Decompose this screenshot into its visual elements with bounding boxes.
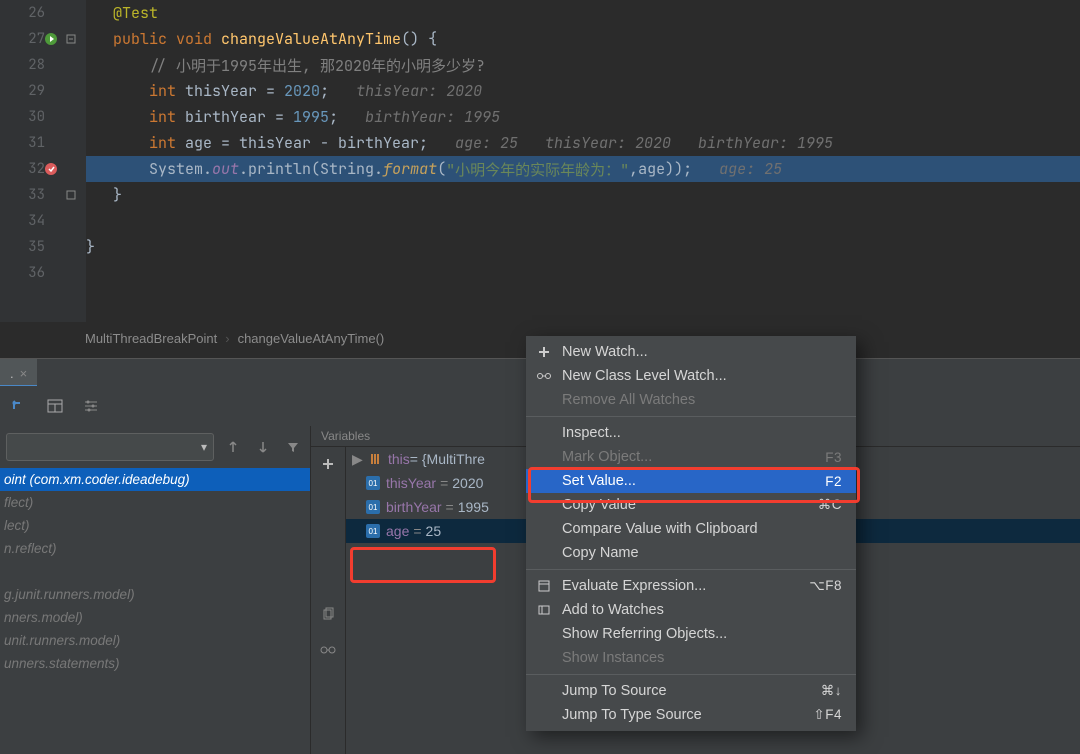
line-number[interactable]: 30 bbox=[0, 104, 85, 130]
code-editor[interactable]: 26 27 28 29 30 31 32 33 34 35 36 @Test bbox=[0, 0, 1080, 322]
primitive-icon: 01 bbox=[366, 476, 380, 490]
stack-frame[interactable]: g.junit.runners.model) bbox=[0, 583, 310, 606]
menu-instances: Show Instances bbox=[526, 646, 856, 670]
stack-frame[interactable]: lect) bbox=[0, 514, 310, 537]
menu-separator bbox=[526, 416, 856, 417]
menu-class-watch[interactable]: New Class Level Watch... bbox=[526, 364, 856, 388]
line-number[interactable]: 26 bbox=[0, 0, 85, 26]
line-number[interactable]: 36 bbox=[0, 260, 85, 286]
code-content[interactable]: @Test public void changeValueAtAnyTime()… bbox=[86, 0, 1080, 322]
stack-frame[interactable]: oint (com.xm.coder.ideadebug) bbox=[0, 468, 310, 491]
stack-frame[interactable]: nners.model) bbox=[0, 606, 310, 629]
stack-frame[interactable]: unners.statements) bbox=[0, 652, 310, 675]
collapse-end-icon[interactable] bbox=[63, 187, 79, 203]
line-number[interactable]: 31 bbox=[0, 130, 85, 156]
menu-referring[interactable]: Show Referring Objects... bbox=[526, 622, 856, 646]
menu-add-watches[interactable]: Add to Watches bbox=[526, 598, 856, 622]
context-menu[interactable]: New Watch... New Class Level Watch... Re… bbox=[526, 336, 856, 731]
plus-icon bbox=[536, 344, 552, 360]
line-number[interactable]: 32 bbox=[0, 156, 85, 182]
chevron-down-icon: ▾ bbox=[201, 440, 207, 454]
restart-frame-icon[interactable] bbox=[8, 395, 30, 417]
glasses-icon bbox=[536, 368, 552, 384]
line-number[interactable]: 27 bbox=[0, 26, 85, 52]
stack-frame[interactable] bbox=[0, 560, 310, 583]
menu-separator bbox=[526, 569, 856, 570]
inline-hint: thisYear: 2020 bbox=[329, 81, 482, 101]
menu-jump-type[interactable]: Jump To Type Source⇧F4 bbox=[526, 703, 856, 727]
watches-icon bbox=[536, 602, 552, 618]
method-name: changeValueAtAnyTime bbox=[221, 29, 401, 49]
debug-tab[interactable]: . × bbox=[0, 359, 37, 387]
menu-new-watch[interactable]: New Watch... bbox=[526, 340, 856, 364]
inline-hint: age: 25 thisYear: 2020 birthYear: 1995 bbox=[428, 133, 833, 153]
menu-jump-source[interactable]: Jump To Source⌘↓ bbox=[526, 679, 856, 703]
next-frame-icon[interactable] bbox=[252, 436, 274, 458]
breadcrumb-method[interactable]: changeValueAtAnyTime() bbox=[238, 331, 385, 346]
inline-hint: age: 25 bbox=[692, 159, 782, 179]
frames-panel: ▾ oint (com.xm.coder.ideadebug) flect) l… bbox=[0, 426, 311, 754]
run-gutter-icon[interactable] bbox=[44, 32, 58, 46]
line-number[interactable]: 28 bbox=[0, 52, 85, 78]
layout-icon[interactable] bbox=[44, 395, 66, 417]
menu-copy-value[interactable]: Copy Value⌘C bbox=[526, 493, 856, 517]
glasses-icon[interactable] bbox=[317, 639, 339, 661]
copy-icon[interactable] bbox=[317, 603, 339, 625]
menu-remove-watches: Remove All Watches bbox=[526, 388, 856, 412]
menu-inspect[interactable]: Inspect... bbox=[526, 421, 856, 445]
menu-compare-clipboard[interactable]: Compare Value with Clipboard bbox=[526, 517, 856, 541]
breadcrumb[interactable]: MultiThreadBreakPoint › changeValueAtAny… bbox=[85, 326, 384, 350]
current-execution-line[interactable]: System.out.println(String.format("小明今年的实… bbox=[86, 156, 1080, 182]
frames-list[interactable]: oint (com.xm.coder.ideadebug) flect) lec… bbox=[0, 468, 310, 754]
line-number[interactable]: 35 bbox=[0, 234, 85, 260]
primitive-icon: 01 bbox=[366, 524, 380, 538]
menu-separator bbox=[526, 674, 856, 675]
highlight-box bbox=[350, 547, 496, 583]
menu-evaluate[interactable]: Evaluate Expression...⌥F8 bbox=[526, 574, 856, 598]
stack-frame[interactable]: unit.runners.model) bbox=[0, 629, 310, 652]
editor-gutter[interactable]: 26 27 28 29 30 31 32 33 34 35 36 bbox=[0, 0, 86, 322]
annotation: @Test bbox=[113, 3, 158, 23]
line-number[interactable]: 33 bbox=[0, 182, 85, 208]
menu-mark-object: Mark Object...F3 bbox=[526, 445, 856, 469]
stack-frame[interactable]: flect) bbox=[0, 491, 310, 514]
breadcrumb-class[interactable]: MultiThreadBreakPoint bbox=[85, 331, 217, 346]
add-icon[interactable] bbox=[317, 453, 339, 475]
variables-toolbar bbox=[311, 447, 346, 754]
primitive-icon: 01 bbox=[366, 500, 380, 514]
line-number[interactable]: 34 bbox=[0, 208, 85, 234]
chevron-right-icon: › bbox=[217, 331, 237, 346]
object-icon bbox=[366, 451, 384, 467]
menu-set-value[interactable]: Set Value...F2 bbox=[526, 469, 856, 493]
close-icon[interactable]: × bbox=[20, 366, 28, 381]
prev-frame-icon[interactable] bbox=[222, 436, 244, 458]
stack-frame[interactable]: n.reflect) bbox=[0, 537, 310, 560]
calculator-icon bbox=[536, 578, 552, 594]
menu-copy-name[interactable]: Copy Name bbox=[526, 541, 856, 565]
thread-dropdown[interactable]: ▾ bbox=[6, 433, 214, 461]
comment: // 小明于1995年出生, 那2020年的小明多少岁? bbox=[149, 55, 485, 76]
filter-icon[interactable] bbox=[282, 436, 304, 458]
inline-hint: birthYear: 1995 bbox=[338, 107, 500, 127]
expand-icon[interactable]: ▶ bbox=[352, 451, 366, 468]
settings-icon[interactable] bbox=[80, 395, 102, 417]
breakpoint-icon[interactable] bbox=[44, 162, 58, 176]
line-number[interactable]: 29 bbox=[0, 78, 85, 104]
collapse-icon[interactable] bbox=[63, 31, 79, 47]
